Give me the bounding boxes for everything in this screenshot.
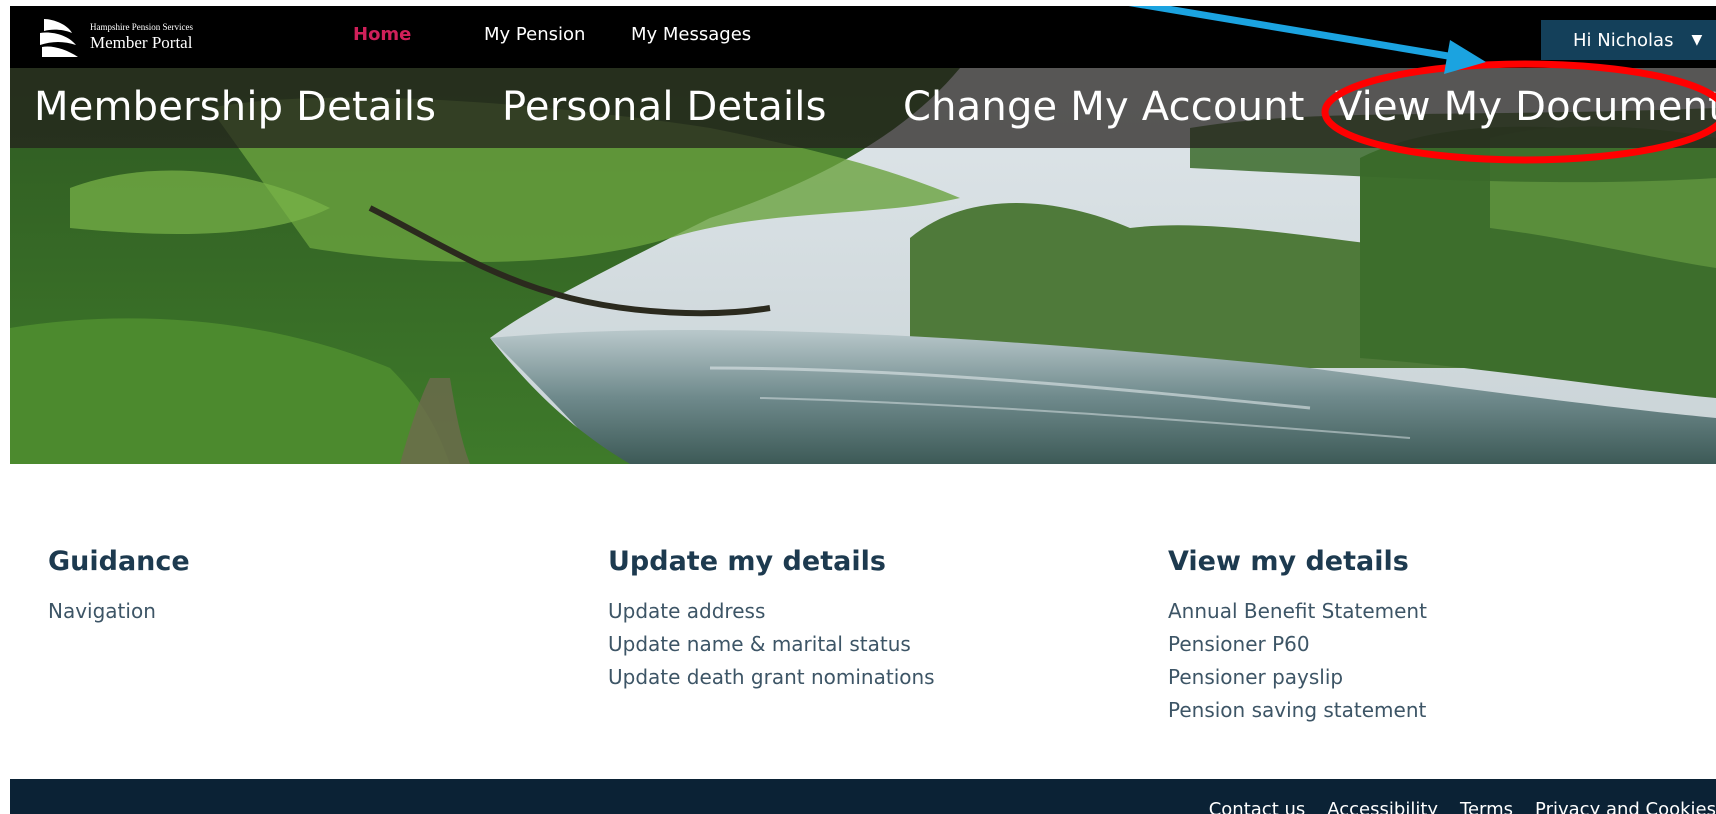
footer-privacy-link[interactable]: Privacy and Cookies [1535, 799, 1716, 814]
update-details-heading: Update my details [608, 546, 886, 577]
footer-accessibility-link[interactable]: Accessibility [1327, 799, 1438, 814]
guidance-section: Guidance Navigation [48, 546, 190, 628]
guidance-heading: Guidance [48, 546, 190, 577]
view-details-heading: View my details [1168, 546, 1409, 577]
hero-tab-bar: Membership Details Personal Details Chan… [10, 68, 1716, 148]
update-name-link[interactable]: Update name & marital status [608, 628, 935, 661]
brand-text: Hampshire Pension Services Member Portal [90, 22, 193, 52]
page-frame: Hampshire Pension Services Member Portal… [10, 6, 1716, 814]
guidance-link[interactable]: Navigation [48, 595, 190, 628]
footer: Contact us Accessibility Terms Privacy a… [10, 779, 1716, 814]
pensioner-p60-link[interactable]: Pensioner P60 [1168, 628, 1427, 661]
user-greeting: Hi Nicholas [1573, 29, 1674, 51]
tab-personal-details[interactable]: Personal Details [502, 84, 827, 130]
footer-contact-link[interactable]: Contact us [1209, 799, 1306, 814]
footer-terms-link[interactable]: Terms [1460, 799, 1513, 814]
caret-down-icon: ▼ [1691, 32, 1703, 48]
nav-my-messages-link[interactable]: My Messages [631, 24, 751, 45]
update-details-section: Update my details Update address Update … [608, 546, 935, 694]
pension-saving-statement-link[interactable]: Pension saving statement [1168, 694, 1427, 727]
tab-view-my-documents[interactable]: View My Documents [1335, 84, 1716, 130]
footer-links: Contact us Accessibility Terms Privacy a… [1209, 799, 1716, 814]
nav-my-pension-link[interactable]: My Pension [484, 24, 585, 45]
top-navigation-bar: Hampshire Pension Services Member Portal… [10, 6, 1716, 68]
nav-home-link[interactable]: Home [353, 24, 411, 45]
brand-title: Member Portal [90, 33, 193, 52]
annual-benefit-statement-link[interactable]: Annual Benefit Statement [1168, 595, 1427, 628]
hero-banner: Membership Details Personal Details Chan… [10, 68, 1716, 464]
update-address-link[interactable]: Update address [608, 595, 935, 628]
feather-logo-icon [40, 19, 78, 57]
pensioner-payslip-link[interactable]: Pensioner payslip [1168, 661, 1427, 694]
update-nominations-link[interactable]: Update death grant nominations [608, 661, 935, 694]
tab-membership-details[interactable]: Membership Details [34, 84, 436, 130]
brand-subtitle: Hampshire Pension Services [90, 22, 193, 32]
user-menu-button[interactable]: Hi Nicholas ▼ [1541, 20, 1716, 60]
view-details-section: View my details Annual Benefit Statement… [1168, 546, 1427, 727]
tab-change-my-account[interactable]: Change My Account [903, 84, 1305, 130]
brand-logo[interactable]: Hampshire Pension Services Member Portal [38, 10, 193, 64]
